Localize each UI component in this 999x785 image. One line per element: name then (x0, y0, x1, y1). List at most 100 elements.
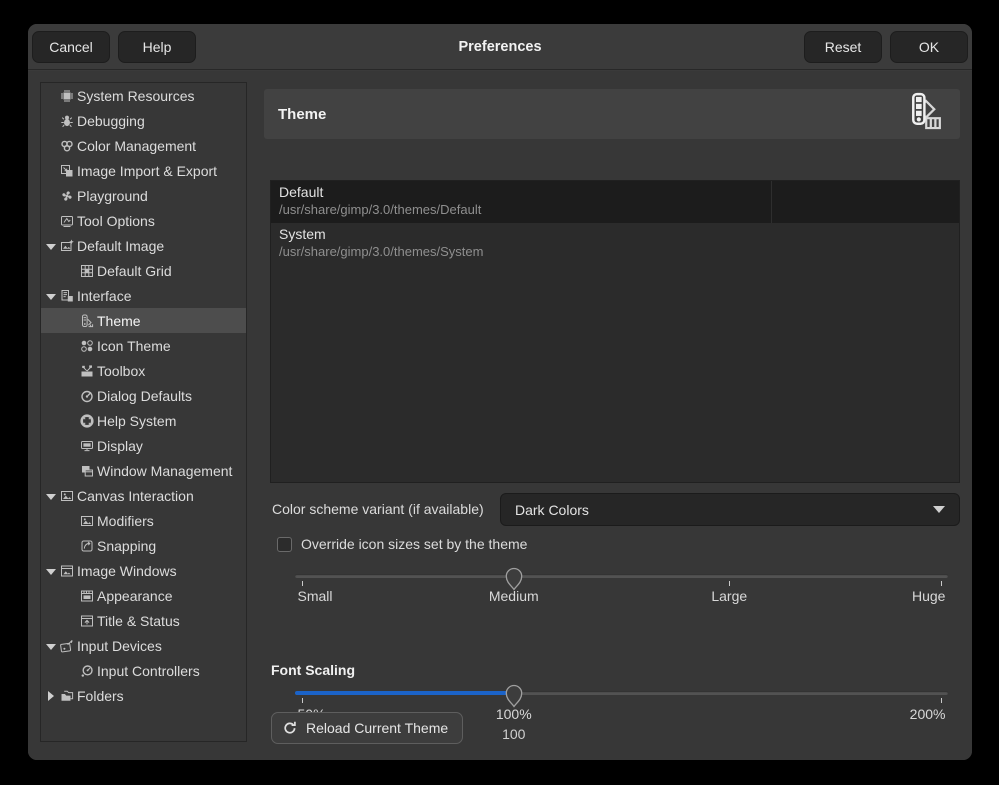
slider-tick (941, 581, 942, 586)
theme-list-row-system[interactable]: System/usr/share/gimp/3.0/themes/System (271, 223, 959, 265)
modifiers-icon (79, 513, 95, 529)
sidebar-item-canvas-interaction[interactable]: Canvas Interaction (41, 483, 246, 508)
theme-icon (79, 313, 95, 329)
folders-icon (59, 688, 75, 704)
slider-track[interactable] (295, 574, 948, 578)
preferences-dialog: Cancel Help Preferences Reset OK System … (28, 24, 972, 760)
title-status-icon (79, 613, 95, 629)
sidebar-item-label: Window Management (41, 463, 232, 479)
sidebar-item-title-status[interactable]: Title & Status (41, 608, 246, 633)
sidebar-item-default-grid[interactable]: Default Grid (41, 258, 246, 283)
theme-folder-path: /usr/share/gimp/3.0/themes/System (279, 244, 483, 259)
display-icon (79, 438, 95, 454)
sidebar-item-icon-theme[interactable]: Icon Theme (41, 333, 246, 358)
snapping-icon (79, 538, 95, 554)
sidebar-item-label: Dialog Defaults (41, 388, 192, 404)
slider-thumb[interactable] (503, 565, 525, 593)
page-title: Theme (278, 106, 326, 123)
color-scheme-label: Color scheme variant (if available) (272, 493, 484, 526)
sidebar-item-theme[interactable]: Theme (41, 308, 246, 333)
color-management-icon (59, 138, 75, 154)
sidebar-item-label: Input Controllers (41, 663, 200, 679)
sidebar-item-playground[interactable]: Playground (41, 183, 246, 208)
collapse-triangle-icon[interactable] (45, 290, 57, 302)
input-controllers-icon (79, 663, 95, 679)
image-windows-icon (59, 563, 75, 579)
slider-thumb[interactable] (503, 682, 525, 710)
sidebar-item-label: Appearance (41, 588, 173, 604)
appearance-icon (79, 588, 95, 604)
sidebar-item-interface[interactable]: Interface (41, 283, 246, 308)
sidebar-item-label: Playground (41, 188, 148, 204)
cancel-button[interactable]: Cancel (32, 31, 110, 63)
theme-list-row-default[interactable]: Default/usr/share/gimp/3.0/themes/Defaul… (271, 181, 959, 223)
titlebar-right-buttons: Reset OK (804, 31, 968, 63)
reload-icon (282, 720, 298, 736)
canvas-interaction-icon (59, 488, 75, 504)
sidebar-item-label: Title & Status (41, 613, 180, 629)
preferences-category-tree: System ResourcesDebuggingColor Managemen… (40, 82, 247, 742)
sidebar-item-dialog-defaults[interactable]: Dialog Defaults (41, 383, 246, 408)
expand-triangle-icon[interactable] (45, 690, 57, 702)
slider-tick-label: Small (298, 588, 333, 604)
collapse-triangle-icon[interactable] (45, 240, 57, 252)
sidebar-item-window-management[interactable]: Window Management (41, 458, 246, 483)
default-grid-icon (79, 263, 95, 279)
sidebar-item-snapping[interactable]: Snapping (41, 533, 246, 558)
theme-folder-path: /usr/share/gimp/3.0/themes/Default (279, 202, 481, 217)
override-icon-sizes-row: Override icon sizes set by the theme (277, 536, 527, 552)
sidebar-item-modifiers[interactable]: Modifiers (41, 508, 246, 533)
sidebar-item-display[interactable]: Display (41, 433, 246, 458)
slider-tick-label: Large (711, 588, 747, 604)
column-divider (771, 181, 772, 223)
sidebar-item-toolbox[interactable]: Toolbox (41, 358, 246, 383)
playground-icon (59, 188, 75, 204)
font-scaling-label: Font Scaling (271, 662, 355, 678)
slider-tick-label: Huge (912, 588, 945, 604)
slider-tick (729, 581, 730, 586)
color-scheme-value: Dark Colors (515, 502, 589, 518)
help-button[interactable]: Help (118, 31, 196, 63)
tool-options-icon (59, 213, 75, 229)
sidebar-item-tool-options[interactable]: Tool Options (41, 208, 246, 233)
dialog-content: System ResourcesDebuggingColor Managemen… (28, 71, 972, 760)
sidebar-item-system-resources[interactable]: System Resources (41, 83, 246, 108)
reload-current-theme-button[interactable]: Reload Current Theme (271, 712, 463, 744)
sidebar-item-folders[interactable]: Folders (41, 683, 246, 708)
collapse-triangle-icon[interactable] (45, 490, 57, 502)
override-icon-sizes-label[interactable]: Override icon sizes set by the theme (301, 536, 527, 552)
slider-fill (295, 691, 514, 695)
sidebar-item-appearance[interactable]: Appearance (41, 583, 246, 608)
sidebar-item-input-controllers[interactable]: Input Controllers (41, 658, 246, 683)
reset-button[interactable]: Reset (804, 31, 882, 63)
color-scheme-dropdown[interactable]: Dark Colors (500, 493, 960, 526)
theme-name: Default (279, 184, 323, 200)
collapse-triangle-icon[interactable] (45, 565, 57, 577)
sidebar-item-input-devices[interactable]: Input Devices (41, 633, 246, 658)
sidebar-item-color-management[interactable]: Color Management (41, 133, 246, 158)
titlebar[interactable]: Cancel Help Preferences Reset OK (28, 24, 972, 70)
slider-value: 100 (502, 726, 525, 742)
sidebar-item-image-windows[interactable]: Image Windows (41, 558, 246, 583)
ok-button[interactable]: OK (890, 31, 968, 63)
collapse-triangle-icon[interactable] (45, 640, 57, 652)
sidebar-item-label: Icon Theme (41, 338, 171, 354)
theme-list: Default/usr/share/gimp/3.0/themes/Defaul… (270, 180, 960, 483)
default-image-icon (59, 238, 75, 254)
sidebar-item-help-system[interactable]: Help System (41, 408, 246, 433)
theme-swatches-icon (904, 92, 946, 137)
theme-name: System (279, 226, 326, 242)
sidebar-item-label: Snapping (41, 538, 156, 554)
page-header: Theme (264, 89, 960, 139)
sidebar-item-image-import-export[interactable]: Image Import & Export (41, 158, 246, 183)
icon-size-slider[interactable]: SmallMediumLargeHuge (295, 569, 948, 625)
window-management-icon (79, 463, 95, 479)
sidebar-item-label: Default Grid (41, 263, 172, 279)
titlebar-left-buttons: Cancel Help (32, 31, 196, 63)
icon-theme-icon (79, 338, 95, 354)
override-icon-sizes-checkbox[interactable] (277, 537, 292, 552)
sidebar-item-debugging[interactable]: Debugging (41, 108, 246, 133)
reload-button-label: Reload Current Theme (306, 720, 448, 736)
debugging-icon (59, 113, 75, 129)
sidebar-item-default-image[interactable]: Default Image (41, 233, 246, 258)
